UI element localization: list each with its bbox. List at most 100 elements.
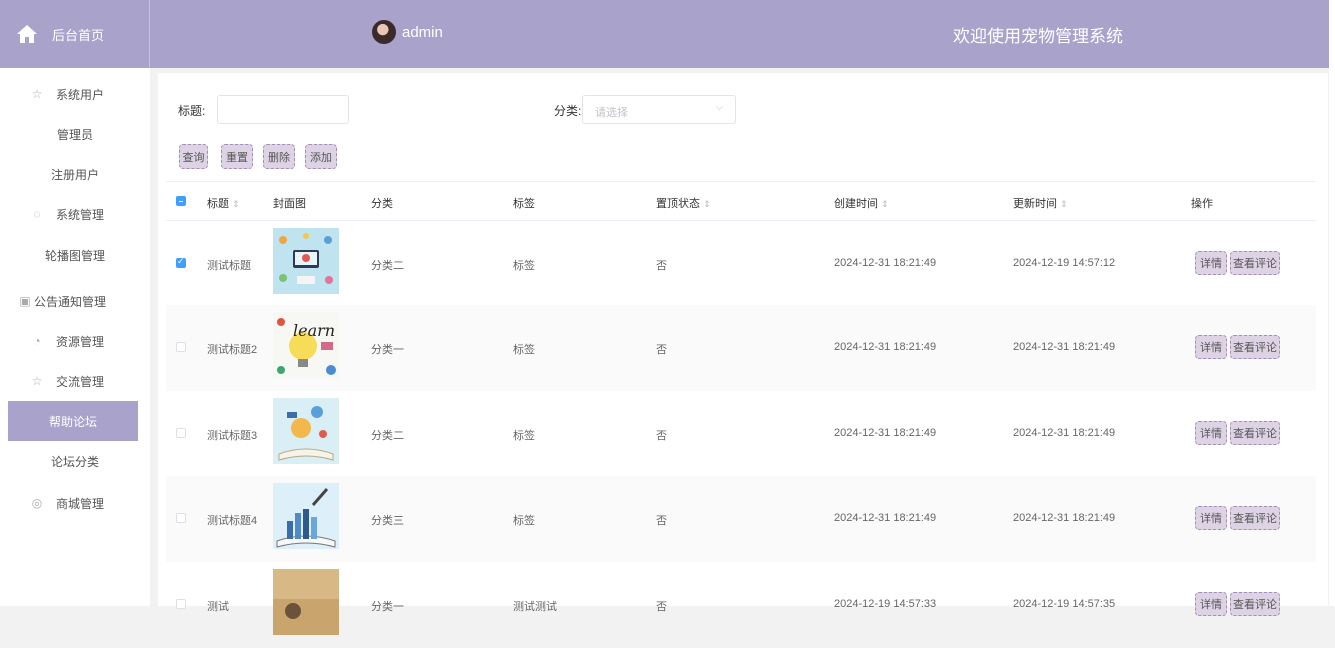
sidebar-item[interactable]: 注册用户 [0,154,150,194]
sidebar-item-label: 帮助论坛 [48,414,97,429]
th-updated-text: 更新时间 [1013,198,1057,210]
category-label: 分类: [554,104,582,118]
row-updated: 2024-12-31 18:21:49 [1013,512,1116,524]
row-pinned: 否 [656,430,667,442]
sidebar-item-label: 系统管理 [56,207,105,222]
row-title: 测试标题3 [207,430,258,442]
sidebar-item-label: 管理员 [56,127,93,142]
th-cover: 封面图 [273,198,306,210]
cover-image [273,228,339,294]
row-tags: 标签 [513,260,535,272]
svg-text:learn: learn [293,321,335,340]
sidebar-item[interactable]: 管理员 [0,114,150,154]
row-checkbox[interactable] [176,513,186,523]
th-pinned[interactable]: 置顶状态 ⇕ [656,195,711,211]
top-header: 后台首页 admin 欢迎使用宠物管理系统 [0,0,1335,68]
sidebar-item[interactable]: ☆ 系统用户 [0,74,150,114]
row-updated: 2024-12-19 14:57:12 [1013,257,1116,269]
sidebar-item-label: 交流管理 [56,374,105,389]
row-checkbox[interactable] [176,256,186,268]
page-scrollbar[interactable] [1329,0,1335,606]
sidebar-item-label: 商城管理 [56,496,105,511]
add-button[interactable]: 添加 [305,144,337,169]
select-all-checkbox[interactable] [176,196,186,206]
detail-button[interactable]: 详情 [1195,421,1227,445]
row-tags: 标签 [513,430,535,442]
row-checkbox[interactable] [176,599,186,609]
category-select[interactable]: 请选择 ⌵ [582,95,736,124]
detail-button[interactable]: 详情 [1195,592,1227,616]
reset-button[interactable]: 重置 [221,144,253,169]
row-pinned: 否 [656,601,667,613]
table-row: 测试标题2 learn 分类一 标签 否 2024-12-31 18:21:49 2024-… [166,305,1316,391]
view-comments-button[interactable]: 查看评论 [1230,251,1280,275]
row-tags: 测试测试 [513,601,557,613]
view-comments-button[interactable]: 查看评论 [1230,592,1280,616]
th-category: 分类 [371,198,393,210]
cover-image [273,569,339,635]
th-actions: 操作 [1191,198,1213,210]
title-search-label: 标题: [178,104,206,118]
star-outline-icon: ☆ [31,374,43,388]
row-pinned: 否 [656,260,667,272]
delete-button[interactable]: 删除 [263,144,295,169]
sidebar-item[interactable]: ☆ 交流管理 [0,361,150,401]
username: admin [402,23,443,41]
row-checkbox[interactable] [176,342,186,352]
star-outline-icon: ☆ [31,87,43,101]
notice-icon: ▣ [19,294,31,308]
table-header: 标题 ⇕ 封面图 分类 标签 置顶状态 ⇕ 创建时间 ⇕ 更新时间 ⇕ 操作 [166,181,1316,221]
sidebar-item-label: 注册用户 [50,167,99,182]
detail-button[interactable]: 详情 [1195,335,1227,359]
table-row: 测试 分类一 测试测试 否 2024-12-19 14:57:33 2024-12-19 … [166,562,1316,648]
row-updated: 2024-12-31 18:21:49 [1013,341,1116,353]
table-row: 测试标题4 分类三 标签 否 2024-12-31 18:21:49 2024-12-31… [166,476,1316,562]
home-link[interactable]: 后台首页 [0,0,150,68]
compass-icon: ◎ [31,496,43,510]
sort-icon: ⇕ [881,199,889,209]
sidebar-item[interactable]: 轮播图管理 [0,235,150,275]
view-comments-button[interactable]: 查看评论 [1230,335,1280,359]
cover-image: learn [273,312,339,378]
row-created: 2024-12-19 14:57:33 [834,598,937,610]
row-title: 测试标题4 [207,515,258,527]
sidebar-item[interactable]: ▣ 公告通知管理 [0,281,150,321]
row-updated: 2024-12-31 18:21:49 [1013,427,1116,439]
detail-button[interactable]: 详情 [1195,506,1227,530]
sidebar-item[interactable]: ◌ 系统管理 [0,194,150,234]
sidebar-item[interactable]: 论坛分类 [0,441,150,481]
table-row: 测试标题 分类二 标签 否 2024-12-31 18:21:49 2024-12-19 … [166,221,1316,307]
detail-button[interactable]: 详情 [1195,251,1227,275]
row-category: 分类三 [371,515,404,527]
row-category: 分类一 [371,344,404,356]
row-category: 分类二 [371,430,404,442]
row-created: 2024-12-31 18:21:49 [834,512,937,524]
sidebar: ☆ 系统用户管理员注册用户 ◌ 系统管理轮播图管理 ▣ 公告通知管理 ◔ 资源管理 ☆ 交流管理帮… [0,68,150,606]
row-tags: 标签 [513,515,535,527]
sidebar-item[interactable]: ◔ 资源管理 [0,321,150,361]
view-comments-button[interactable]: 查看评论 [1230,506,1280,530]
sort-icon: ⇕ [1060,199,1068,209]
sidebar-item[interactable]: 帮助论坛 [8,401,138,441]
th-created[interactable]: 创建时间 ⇕ [834,195,889,211]
user-info[interactable]: admin [372,20,443,44]
row-checkbox[interactable] [176,428,186,438]
th-updated[interactable]: 更新时间 ⇕ [1013,195,1068,211]
sidebar-item-label: 系统用户 [56,87,105,102]
row-created: 2024-12-31 18:21:49 [834,341,937,353]
th-title[interactable]: 标题 ⇕ [207,195,240,211]
sort-icon: ⇕ [232,199,240,209]
cover-image [273,398,339,464]
sidebar-item-label: 论坛分类 [50,454,99,469]
settings-icon: ◌ [33,207,41,221]
view-comments-button[interactable]: 查看评论 [1230,421,1280,445]
row-title: 测试标题 [207,260,251,272]
th-created-text: 创建时间 [834,198,878,210]
th-tags: 标签 [513,198,535,210]
table-row: 测试标题3 分类二 标签 否 2024-12-31 18:21:49 2024-12-31… [166,391,1316,477]
sidebar-item[interactable]: ◎ 商城管理 [0,483,150,523]
home-label: 后台首页 [52,27,105,43]
query-button[interactable]: 查询 [179,144,208,169]
row-pinned: 否 [656,344,667,356]
title-search-input[interactable] [217,95,349,124]
